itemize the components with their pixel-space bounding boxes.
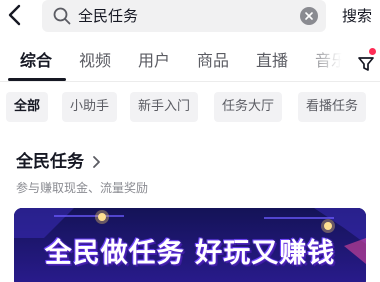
filter-button[interactable]: [352, 46, 380, 80]
promo-banner[interactable]: 全民做任务 好玩又赚钱: [14, 208, 366, 282]
search-query[interactable]: 全民任务: [78, 5, 138, 27]
tab-products[interactable]: 商品: [197, 50, 229, 72]
search-header: 全民任务 搜索: [0, 0, 380, 32]
notification-dot: [369, 48, 376, 55]
chip-task-hall[interactable]: 任务大厅: [214, 92, 283, 122]
chip-assistant[interactable]: 小助手: [62, 92, 118, 122]
tab-users[interactable]: 用户: [138, 50, 170, 72]
chip-beginner[interactable]: 新手入门: [130, 92, 199, 122]
chevron-right-icon[interactable]: [90, 154, 102, 170]
section-title[interactable]: 全民任务: [16, 150, 84, 174]
search-icon: [53, 7, 71, 25]
subfilter-chips: 全部 小助手 新手入门 任务大厅 看播任务: [0, 92, 380, 122]
tab-general[interactable]: 综合: [20, 50, 52, 72]
back-button[interactable]: [4, 2, 28, 28]
tab-video[interactable]: 视频: [79, 50, 111, 72]
search-input[interactable]: 全民任务: [42, 0, 326, 32]
tab-live[interactable]: 直播: [256, 50, 288, 72]
section-subtitle: 参与赚取现金、流量奖励: [16, 181, 149, 195]
chevron-left-icon: [8, 4, 21, 26]
tabs-fade-overlay: [300, 44, 352, 81]
search-submit-button[interactable]: 搜索: [342, 5, 372, 27]
active-tab-indicator: [8, 78, 66, 81]
chip-watch-live-task[interactable]: 看播任务: [298, 92, 367, 122]
category-tabs: 综合 视频 用户 商品 直播 音乐: [0, 44, 380, 82]
banner-headline: 全民做任务 好玩又赚钱: [44, 238, 336, 269]
clear-button[interactable]: [300, 7, 318, 25]
clear-icon: [305, 12, 313, 20]
chip-all[interactable]: 全部: [6, 92, 49, 122]
